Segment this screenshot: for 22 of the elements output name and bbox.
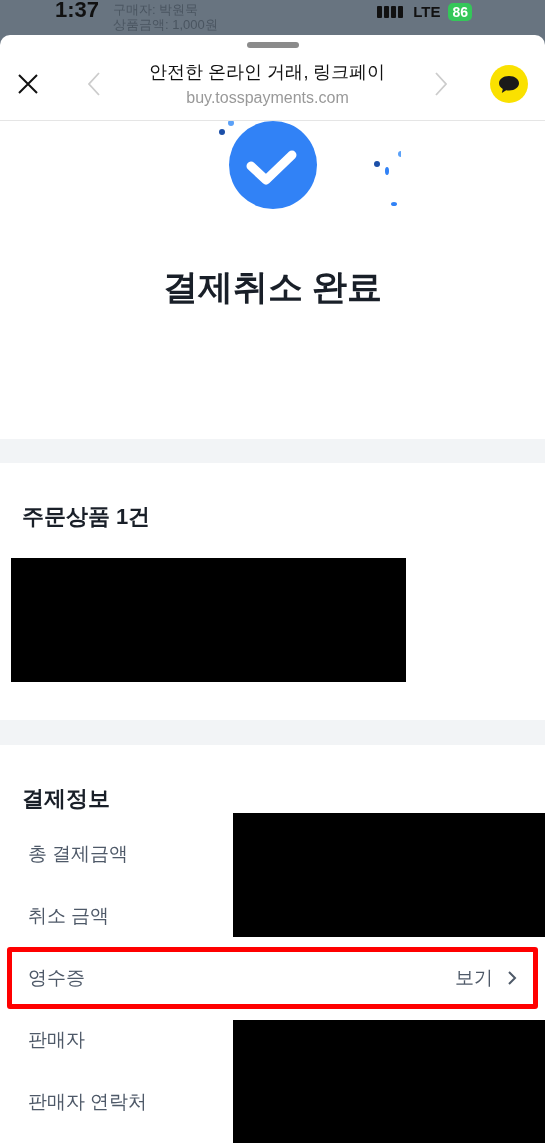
row-label: 총 결제금액 (28, 841, 129, 866)
back-icon[interactable] (88, 72, 100, 96)
forward-icon[interactable] (435, 72, 447, 96)
row-label: 판매자 (28, 1027, 85, 1052)
result-title: 결제취소 완료 (162, 266, 383, 308)
view-link[interactable]: 보기 (455, 963, 493, 993)
close-icon[interactable] (17, 73, 39, 95)
row-label: 판매자 연락처 (28, 1089, 148, 1114)
drag-handle[interactable] (246, 42, 299, 48)
order-title: 주문상품 1건 (22, 503, 152, 531)
section-title: 결제정보 (22, 785, 111, 813)
battery-level: 86 (448, 3, 472, 22)
row-label: 취소 금액 (28, 903, 110, 928)
chevron-right-icon (507, 970, 517, 986)
status-time: 1:37 (55, 0, 100, 20)
row-label: 영수증 (28, 965, 85, 990)
chat-icon[interactable] (490, 65, 528, 103)
info-row[interactable]: 영수증 보기 (7, 947, 538, 1009)
signal-icon (377, 6, 406, 19)
page-url: buy.tosspayments.com (186, 87, 349, 108)
network-label: LTE (413, 2, 441, 22)
page-title: 안전한 온라인 거래, 링크페이 (149, 60, 386, 84)
